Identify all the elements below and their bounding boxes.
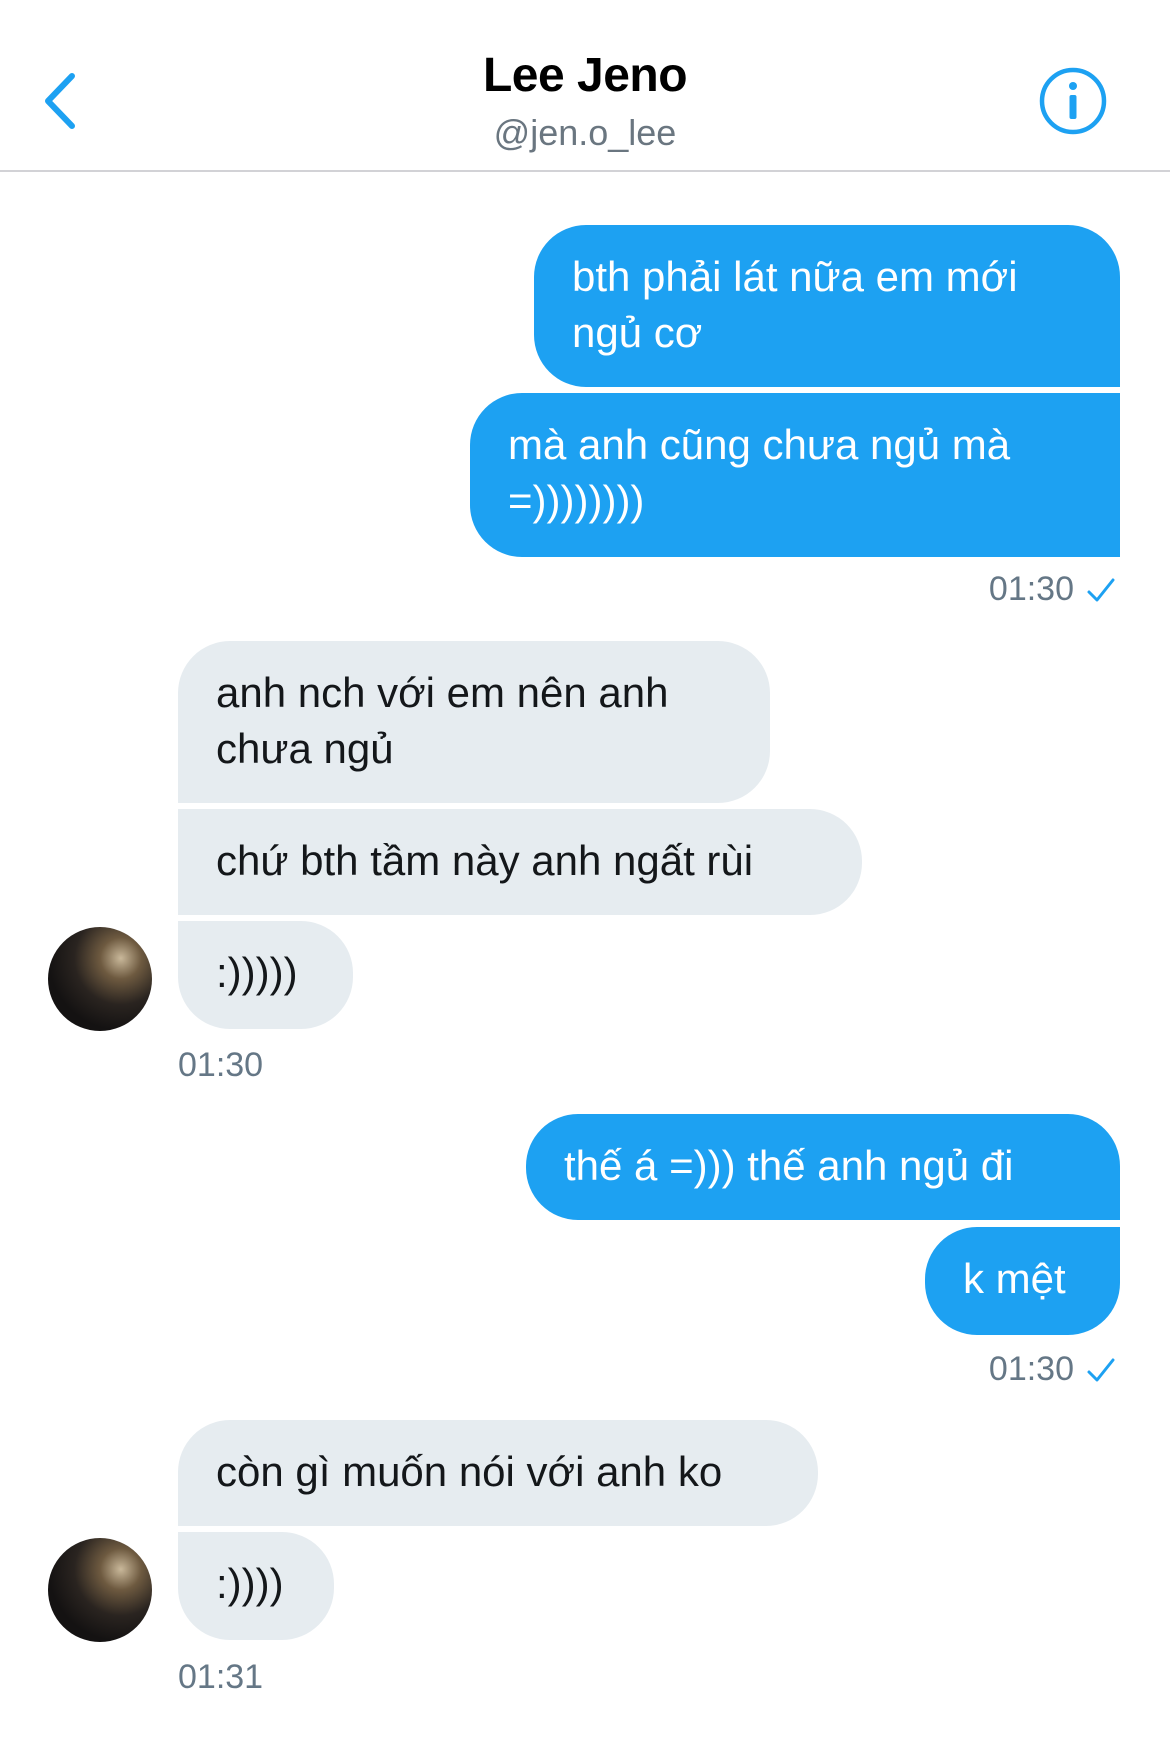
info-circle-icon [1039, 67, 1107, 135]
outgoing-message[interactable]: k mệt [925, 1227, 1120, 1335]
message-timestamp: 01:30 [178, 1046, 264, 1084]
contact-name[interactable]: Lee Jeno [0, 48, 1170, 103]
timestamp-text: 01:30 [988, 1350, 1074, 1388]
outgoing-message[interactable]: bth phải lát nữa em mới ngủ cơ [534, 225, 1120, 387]
conversation-header: Lee Jeno @jen.o_lee [0, 0, 1170, 172]
incoming-message[interactable]: anh nch với em nên anh chưa ngủ [178, 641, 770, 803]
checkmark-icon [1087, 1358, 1115, 1382]
message-timestamp: 01:31 [178, 1658, 264, 1696]
incoming-message[interactable]: :)))) [178, 1532, 334, 1640]
incoming-message[interactable]: :))))) [178, 921, 353, 1029]
contact-handle: @jen.o_lee [493, 112, 677, 153]
incoming-message[interactable]: còn gì muốn nói với anh ko [178, 1420, 818, 1526]
outgoing-message[interactable]: mà anh cũng chưa ngủ mà =)))))))) [470, 393, 1120, 557]
outgoing-message[interactable]: thế á =))) thế anh ngủ đi [526, 1114, 1120, 1220]
incoming-message[interactable]: chứ bth tầm này anh ngất rùi [178, 809, 862, 915]
message-timestamp: 01:30 [989, 1350, 1116, 1389]
avatar[interactable] [48, 927, 152, 1031]
avatar[interactable] [48, 1538, 152, 1642]
timestamp-text: 01:30 [988, 570, 1074, 608]
message-timestamp: 01:30 [989, 570, 1116, 609]
checkmark-icon [1087, 578, 1115, 602]
info-button[interactable] [1038, 66, 1108, 136]
